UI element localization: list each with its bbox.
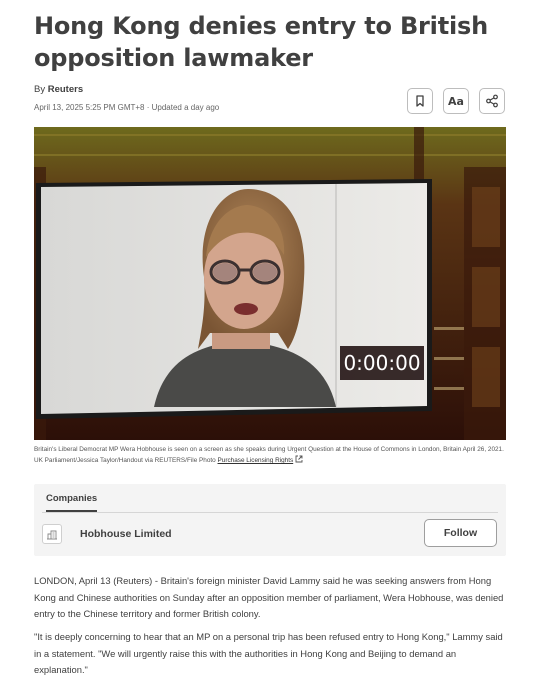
article-page: Hong Kong denies entry to British opposi…: [0, 0, 540, 690]
purchase-licensing-link[interactable]: Purchase Licensing Rights: [218, 457, 294, 464]
parliament-screen-image: 0:00:00: [34, 127, 506, 440]
body-paragraph-2: "It is deeply concerning to hear that an…: [34, 631, 503, 675]
article-photo[interactable]: 0:00:00: [34, 127, 506, 440]
text-size-button[interactable]: Aa: [443, 88, 469, 114]
bookmark-icon: [416, 95, 424, 107]
companies-tab-row: Companies: [42, 484, 498, 513]
share-icon: [486, 94, 498, 108]
photo-caption: Britain's Liberal Democrat MP Wera Hobho…: [34, 444, 508, 466]
tab-companies[interactable]: Companies: [46, 493, 98, 512]
byline: By Reuters: [34, 84, 83, 95]
external-link-icon: [295, 455, 303, 463]
byline-author[interactable]: Reuters: [48, 84, 83, 95]
body-paragraph-1: LONDON, April 13 (Reuters) - Britain's f…: [34, 575, 504, 619]
company-name-link[interactable]: Hobhouse Limited: [80, 528, 172, 540]
building-icon: [42, 524, 62, 544]
article-dateline: April 13, 2025 5:25 PM GMT+8 · Updated a…: [34, 103, 220, 112]
share-button[interactable]: [479, 88, 505, 114]
text-size-label: Aa: [448, 94, 464, 108]
companies-panel: Companies Hobhouse Limited Follow: [34, 484, 506, 556]
article-headline: Hong Kong denies entry to British opposi…: [34, 12, 488, 72]
byline-prefix: By: [34, 84, 46, 95]
follow-button[interactable]: Follow: [424, 519, 497, 547]
bookmark-button[interactable]: [407, 88, 433, 114]
screen-timestamp: 0:00:00: [343, 351, 420, 375]
